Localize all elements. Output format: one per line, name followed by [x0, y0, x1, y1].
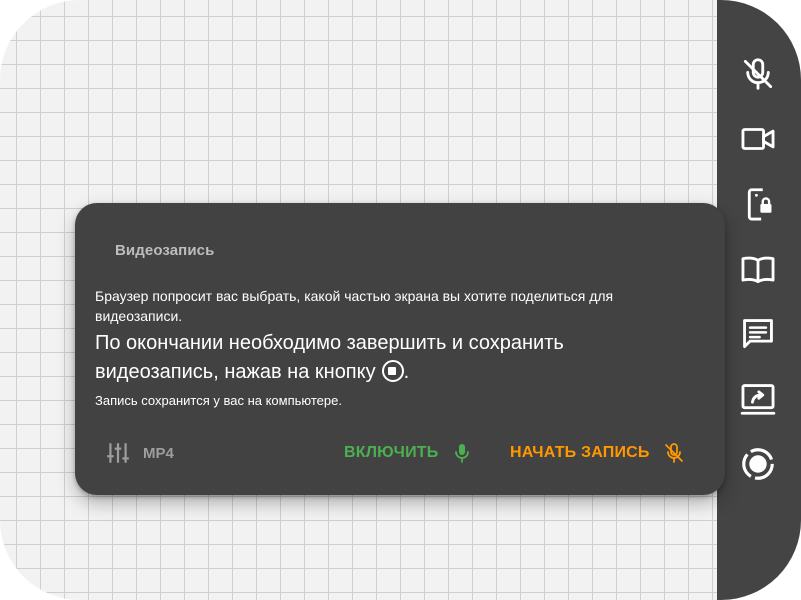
book-icon	[741, 256, 775, 284]
dialog-main-line2: видеозапись, нажав на кнопку	[95, 361, 376, 383]
start-recording-label: НАЧАТЬ ЗАПИСЬ	[510, 444, 650, 461]
start-recording-button[interactable]: НАЧАТЬ ЗАПИСЬ	[510, 439, 686, 467]
video-recording-dialog: Видеозапись Браузер попросит вас выбрать…	[75, 203, 725, 495]
sidebar-screen-lock-button[interactable]	[733, 182, 783, 226]
sidebar-screen-share-button[interactable]	[733, 377, 783, 421]
microphone-icon	[455, 444, 470, 463]
sidebar-record-button[interactable]	[733, 442, 783, 486]
app-frame: Видеозапись Браузер попросит вас выбрать…	[0, 0, 801, 600]
sidebar-toolbar	[717, 0, 801, 600]
screen-share-lock-icon	[747, 188, 772, 221]
dialog-main-text: По окончании необходимо завершить и сохр…	[95, 329, 705, 387]
dialog-main-line1: По окончании необходимо завершить и сохр…	[95, 332, 564, 354]
dialog-hint-text: Браузер попросит вас выбрать, какой част…	[95, 288, 614, 324]
stop-record-icon	[381, 360, 404, 382]
format-settings-button[interactable]: MP4	[105, 439, 174, 467]
dialog-title: Видеозапись	[115, 242, 215, 259]
enable-button-label: ВКЛЮЧИТЬ	[344, 444, 439, 461]
chat-icon	[743, 319, 773, 349]
dialog-note-text: Запись сохранится у вас на компьютере.	[95, 393, 342, 408]
screen-share-icon	[740, 384, 776, 415]
microphone-off-icon	[743, 58, 773, 90]
video-camera-icon	[741, 128, 775, 150]
record-icon	[742, 448, 774, 480]
sidebar-book-button[interactable]	[733, 247, 783, 291]
format-label: MP4	[143, 444, 174, 462]
enable-microphone-button[interactable]: ВКЛЮЧИТЬ	[344, 439, 474, 467]
sidebar-camera-button[interactable]	[733, 117, 783, 161]
dialog-main-line2-end: .	[403, 361, 410, 383]
equalizer-settings-icon	[107, 443, 129, 463]
microphone-off-icon	[664, 443, 683, 463]
sidebar-microphone-button[interactable]	[733, 52, 783, 96]
sidebar-chat-button[interactable]	[733, 312, 783, 356]
